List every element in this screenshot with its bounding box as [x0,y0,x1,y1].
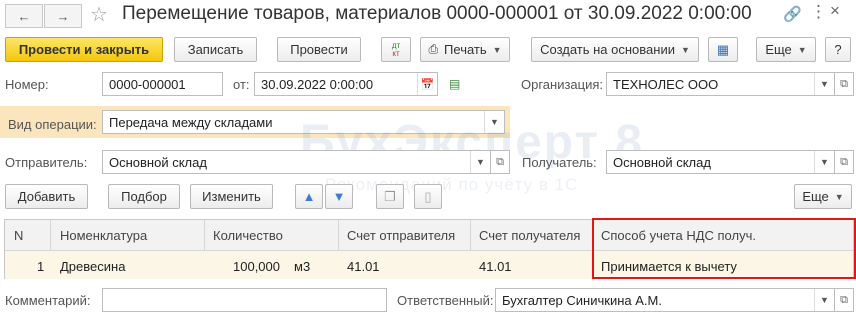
col-header-n[interactable]: N [14,228,23,243]
structure-button[interactable]: ▦ [708,37,738,62]
arrow-right-icon: → [56,8,70,24]
cell-acct-to[interactable]: 41.01 [479,259,512,274]
paste-rows-button[interactable]: ▯ [414,184,442,209]
link-icon[interactable]: 🔗 [783,5,802,23]
move-up-button[interactable]: ▲ [295,184,323,209]
receiver-field[interactable]: Основной склад ▼ [606,150,835,174]
more-button[interactable]: Еще ▼ [756,37,816,62]
cell-acct-from[interactable]: 41.01 [347,259,380,274]
create-based-label: Создать на основании [540,42,675,57]
operation-type-value: Передача между складами [109,114,273,130]
sender-value: Основной склад [109,154,207,170]
chevron-down-icon[interactable]: ▼ [470,151,490,173]
responsible-field[interactable]: Бухгалтер Синичкина А.М. ▼ [495,288,835,312]
help-icon: ? [834,42,842,57]
arrow-up-icon: ▲ [302,189,316,204]
open-responsible-button[interactable]: ⧉ [834,288,854,312]
open-icon: ⧉ [840,155,848,168]
open-icon: ⧉ [840,77,848,90]
arrow-down-icon: ▼ [332,189,346,204]
paste-icon: ▯ [424,188,432,204]
table-more-label: Еще [802,189,829,204]
open-sender-button[interactable]: ⧉ [490,150,510,174]
hierarchy-icon: ▦ [716,41,730,57]
table-more-button[interactable]: Еще ▼ [794,184,852,209]
annotation-highlight [592,218,856,279]
chevron-down-icon[interactable]: ▼ [814,73,834,95]
create-based-on-button[interactable]: Создать на основании ▼ [531,37,699,62]
save-button[interactable]: Записать [174,37,257,62]
cell-item[interactable]: Древесина [60,259,125,274]
copy-rows-button[interactable]: ❐ [376,184,404,209]
cell-n[interactable]: 1 [37,259,44,274]
date-field[interactable]: 30.09.2022 0:00:00 📅 [254,72,438,96]
open-organization-button[interactable]: ⧉ [834,72,854,96]
add-row-button[interactable]: Добавить [5,184,88,209]
open-icon: ⧉ [496,155,504,168]
print-button[interactable]: ⎙ Печать ▼ [420,37,510,62]
receiver-label: Получатель: [522,155,597,170]
sender-label: Отправитель: [5,155,88,170]
close-icon[interactable]: × [830,1,840,21]
receiver-value: Основной склад [613,154,711,170]
comment-field[interactable] [102,288,387,312]
date-value: 30.09.2022 0:00:00 [261,76,374,92]
calendar-icon[interactable]: 📅 [417,73,437,95]
print-label: Печать [444,42,487,57]
favorite-star-icon[interactable]: ☆ [90,2,108,27]
col-header-qty[interactable]: Количество [213,228,283,243]
more-menu-icon[interactable]: ⋮ [810,2,827,22]
date-label: от: [233,77,250,92]
organization-label: Организация: [521,77,604,92]
responsible-value: Бухгалтер Синичкина А.М. [502,292,662,308]
more-label: Еще [765,42,792,57]
printer-icon: ⎙ [428,42,439,56]
help-button[interactable]: ? [825,37,851,62]
document-check-icon[interactable]: ▤ [449,77,460,91]
chevron-down-icon[interactable]: ▼ [814,151,834,173]
responsible-label: Ответственный: [397,293,494,308]
cell-unit[interactable]: м3 [294,259,310,274]
chevron-down-icon: ▼ [797,44,807,55]
watermark-tagline: Рекомендаций по учёту в 1С [325,175,579,194]
dt-kt-icon: дт кт [391,40,401,58]
chevron-down-icon[interactable]: ▼ [814,289,834,311]
select-items-button[interactable]: Подбор [108,184,180,209]
forward-button[interactable]: → [44,4,82,28]
back-button[interactable]: ← [5,4,43,28]
open-icon: ⧉ [840,293,848,306]
post-button[interactable]: Провести [277,37,361,62]
organization-field[interactable]: ТЕХНОЛЕС ООО ▼ [606,72,835,96]
number-field[interactable]: 0000-000001 [102,72,223,96]
chevron-down-icon: ▼ [680,44,690,55]
number-label: Номер: [5,77,49,92]
organization-value: ТЕХНОЛЕС ООО [613,76,719,92]
col-header-item[interactable]: Номенклатура [60,228,147,243]
col-header-acct-from[interactable]: Счет отправителя [347,228,455,243]
chevron-down-icon: ▼ [834,191,844,202]
comment-label: Комментарий: [5,293,91,308]
change-button[interactable]: Изменить [190,184,273,209]
arrow-left-icon: ← [17,8,31,24]
col-header-acct-to[interactable]: Счет получателя [479,228,580,243]
chevron-down-icon: ▼ [492,44,502,55]
cell-qty[interactable]: 100,000 [233,259,280,274]
dt-kt-button[interactable]: дт кт [381,37,411,62]
open-receiver-button[interactable]: ⧉ [834,150,854,174]
copy-icon: ❐ [384,188,396,204]
post-and-close-button[interactable]: Провести и закрыть [5,37,163,62]
operation-type-label: Вид операции: [8,117,97,132]
move-down-button[interactable]: ▼ [325,184,353,209]
sender-field[interactable]: Основной склад ▼ [102,150,491,174]
window-title: Перемещение товаров, материалов 0000-000… [122,3,752,24]
